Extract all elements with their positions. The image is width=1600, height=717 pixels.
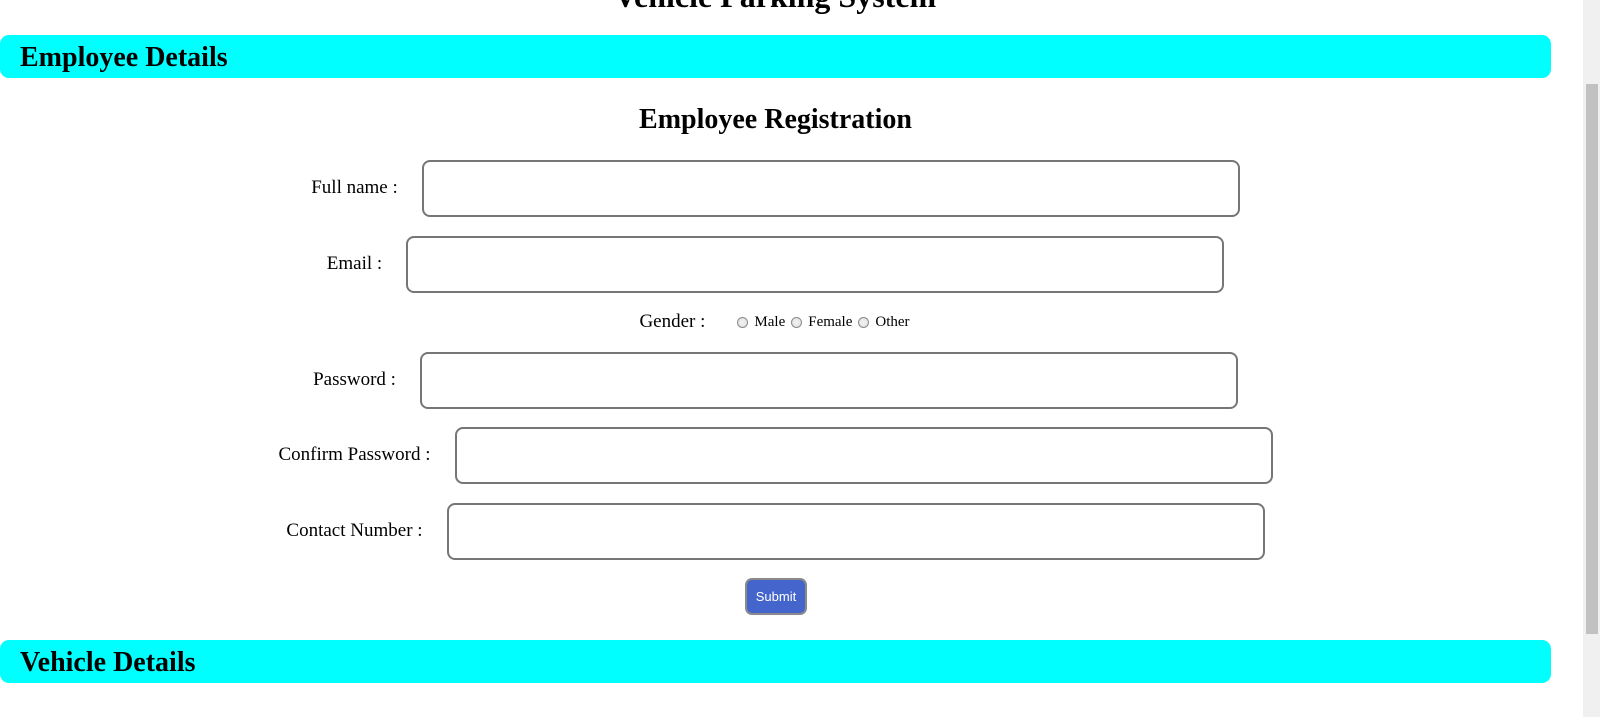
confirm-password-label: Confirm Password : [278,444,431,465]
employee-details-header[interactable]: Employee Details [0,35,1551,78]
vehicle-details-header[interactable]: Vehicle Details [0,640,1551,683]
password-input[interactable] [419,351,1238,409]
scrollbar-thumb[interactable] [1586,84,1598,634]
email-label: Email : [326,253,383,274]
contact-number-label: Contact Number : [286,520,423,541]
email-row: Email : [0,235,1551,293]
gender-option-other[interactable]: Other [854,313,910,331]
email-input[interactable] [406,235,1225,293]
female-radio[interactable] [791,316,803,328]
submit-button[interactable]: Submit [745,578,807,615]
contact-number-input[interactable] [446,502,1265,560]
vertical-scrollbar[interactable] [1583,0,1600,717]
gender-label: Gender : [639,311,706,332]
gender-row: Gender : Male Female Other [0,307,1551,337]
page-top-title: Vehicle Parking System [0,0,1550,15]
other-radio[interactable] [858,316,870,328]
confirm-password-row: Confirm Password : [0,426,1551,484]
fullname-row: Full name : [0,159,1551,217]
fullname-input[interactable] [421,159,1240,217]
form-title: Employee Registration [639,104,912,135]
gender-option-male[interactable]: Male [733,314,785,331]
male-radio[interactable] [737,316,749,328]
other-radio-label: Other [875,313,910,330]
female-radio-label: Female [808,313,853,330]
password-row: Password : [0,351,1551,409]
male-radio-label: Male [754,313,786,330]
password-label: Password : [313,369,396,390]
gender-option-female[interactable]: Female [787,314,852,331]
fullname-label: Full name : [311,177,398,198]
contact-number-row: Contact Number : [0,502,1551,560]
confirm-password-input[interactable] [454,426,1273,484]
